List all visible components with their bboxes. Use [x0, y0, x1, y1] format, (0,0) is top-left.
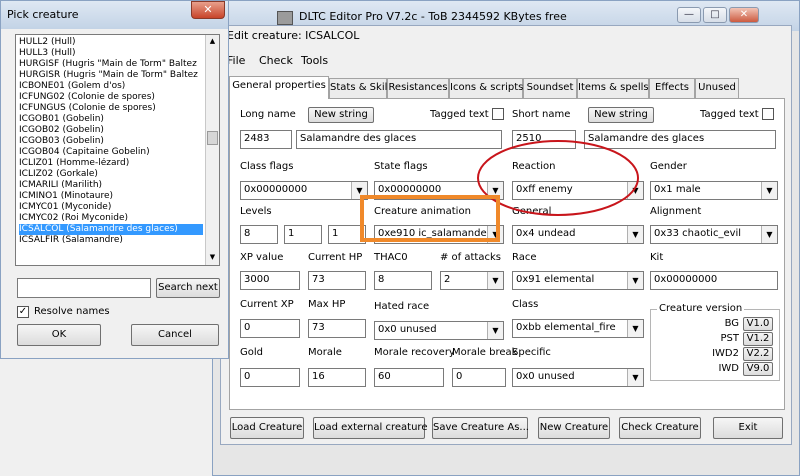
list-item[interactable]: HURGISF (Hugris "Main de Torm" Baltez [19, 59, 203, 70]
list-item[interactable]: ICGOB04 (Capitaine Gobelin) [19, 147, 203, 158]
orange-annotation-box [360, 195, 500, 242]
red-annotation-ellipse [477, 140, 639, 216]
list-item[interactable]: HULL3 (Hull) [19, 48, 203, 59]
ok-button[interactable]: OK [17, 324, 101, 346]
scroll-down-icon[interactable]: ▼ [206, 251, 219, 264]
list-item[interactable]: ICMYC02 (Roi Myconide) [19, 213, 203, 224]
list-item[interactable]: HURGISR (Hugris "Main de Torm" Baltez [19, 70, 203, 81]
list-item[interactable]: ICGOB02 (Gobelin) [19, 125, 203, 136]
list-item[interactable]: ICFUNG02 (Colonie de spores) [19, 92, 203, 103]
list-item[interactable]: ICLIZ02 (Gorkale) [19, 169, 203, 180]
list-item[interactable]: ICBONE01 (Golem d'os) [19, 81, 203, 92]
list-item[interactable]: ICGOB03 (Gobelin) [19, 136, 203, 147]
list-item[interactable]: ICMINO1 (Minotaure) [19, 191, 203, 202]
list-scrollbar[interactable]: ▲ ▼ [205, 35, 219, 265]
pick-window-title: Pick creature [7, 8, 79, 21]
pick-close-button[interactable]: ✕ [191, 1, 225, 19]
list-item[interactable]: ICSALFIR (Salamandre) [19, 235, 203, 246]
resolve-names-checkbox[interactable]: ✓ [17, 306, 29, 318]
list-item[interactable]: ICLIZ01 (Homme-lézard) [19, 158, 203, 169]
cancel-button[interactable]: Cancel [131, 324, 219, 346]
list-item[interactable]: ICMARILI (Marilith) [19, 180, 203, 191]
scroll-up-icon[interactable]: ▲ [206, 35, 219, 48]
tab-general-properties[interactable]: General properties [229, 76, 329, 99]
list-item[interactable]: ICFUNGUS (Colonie de spores) [19, 103, 203, 114]
search-next-button[interactable]: Search next [156, 278, 220, 298]
scroll-thumb[interactable] [207, 131, 218, 145]
list-item-selected[interactable]: ICSALCOL (Salamandre des glaces) [19, 224, 203, 235]
search-input[interactable] [17, 278, 151, 298]
pick-titlebar[interactable]: Pick creature ✕ [1, 1, 228, 29]
creature-list[interactable]: HULL2 (Hull) HULL3 (Hull) HURGISF (Hugri… [15, 34, 220, 266]
list-item[interactable]: ICGOB01 (Gobelin) [19, 114, 203, 125]
resolve-names-label: Resolve names [34, 306, 110, 317]
list-item[interactable]: ICMYC01 (Myconide) [19, 202, 203, 213]
list-item[interactable]: HULL2 (Hull) [19, 37, 203, 48]
pick-creature-window: Pick creature ✕ HULL2 (Hull) HULL3 (Hull… [0, 0, 229, 359]
